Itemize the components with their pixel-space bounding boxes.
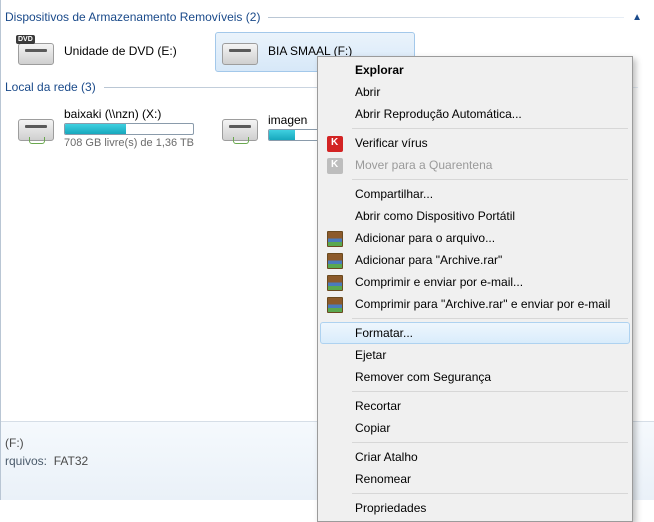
menu-rar-email-named[interactable]: Comprimir para "Archive.rar" e enviar po… [320,293,630,315]
menu-separator [352,179,628,180]
menu-format[interactable]: Formatar... [320,322,630,344]
menu-explore[interactable]: Explorar [320,59,630,81]
network-drive[interactable]: imagens [215,102,315,154]
kaspersky-disabled-icon [327,158,343,174]
details-filesystem: FAT32 [54,454,88,468]
menu-separator [352,128,628,129]
dvd-drive-icon: DVD [18,37,56,67]
network-drive-icon [18,113,56,143]
removable-drive-icon [222,37,260,67]
winrar-icon [327,231,343,247]
capacity-bar [64,123,194,135]
network-drive[interactable]: baixaki (\\nzn) (X:) 708 GB livre(s) de … [11,102,211,154]
divider [268,17,624,18]
menu-eject[interactable]: Ejetar [320,344,630,366]
winrar-icon [327,275,343,291]
kaspersky-icon [327,136,343,152]
menu-separator [352,493,628,494]
menu-safe-remove[interactable]: Remover com Segurança [320,366,630,388]
menu-create-shortcut[interactable]: Criar Atalho [320,446,630,468]
section-network-title: Local da rede (3) [5,80,96,94]
device-label: baixaki (\\nzn) (X:) [64,107,204,121]
winrar-icon [327,297,343,313]
menu-share[interactable]: Compartilhar... [320,183,630,205]
details-label: rquivos: [5,454,47,468]
device-subtext: 708 GB livre(s) de 1,36 TB [64,137,204,149]
menu-cut[interactable]: Recortar [320,395,630,417]
menu-rar-add-named[interactable]: Adicionar para "Archive.rar" [320,249,630,271]
menu-rename[interactable]: Renomear [320,468,630,490]
menu-move-quarantine: Mover para a Quarentena [320,154,630,176]
menu-open[interactable]: Abrir [320,81,630,103]
device-label: imagens [268,113,308,127]
menu-rar-add[interactable]: Adicionar para o arquivo... [320,227,630,249]
details-drive: (F:) [5,436,24,450]
device-dvd[interactable]: DVD Unidade de DVD (E:) [11,32,211,72]
menu-rar-email[interactable]: Comprimir e enviar por e-mail... [320,271,630,293]
menu-scan-virus[interactable]: Verificar vírus [320,132,630,154]
device-label: Unidade de DVD (E:) [64,44,204,58]
menu-autoplay[interactable]: Abrir Reprodução Automática... [320,103,630,125]
explorer-window: Dispositivos de Armazenamento Removíveis… [0,0,654,500]
winrar-icon [327,253,343,269]
chevron-up-icon[interactable]: ▲ [632,12,646,23]
section-removable-header[interactable]: Dispositivos de Armazenamento Removíveis… [5,10,646,24]
menu-properties[interactable]: Propriedades [320,497,630,519]
context-menu: Explorar Abrir Abrir Reprodução Automáti… [317,56,633,522]
menu-copy[interactable]: Copiar [320,417,630,439]
menu-separator [352,318,628,319]
capacity-bar [268,129,324,141]
section-removable-title: Dispositivos de Armazenamento Removíveis… [5,10,260,24]
menu-separator [352,391,628,392]
menu-portable-device[interactable]: Abrir como Dispositivo Portátil [320,205,630,227]
menu-separator [352,442,628,443]
network-drive-icon [222,113,260,143]
